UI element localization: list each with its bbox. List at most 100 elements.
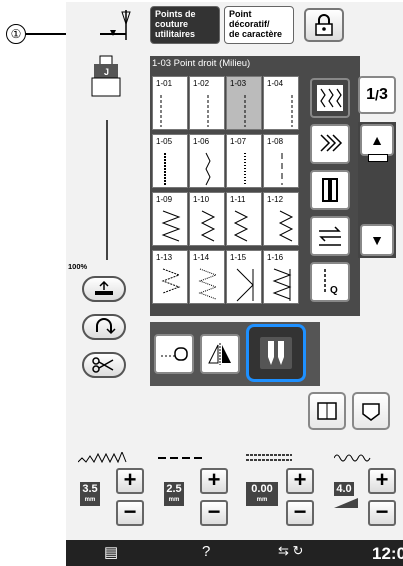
page-current: 1 — [366, 86, 376, 103]
length-plus-button[interactable]: + — [200, 468, 228, 494]
stitch-cell-1-01[interactable]: 1-01 — [152, 76, 188, 130]
stitch-pattern-button[interactable] — [310, 78, 350, 118]
stitch-cell-1-14[interactable]: 1-14 — [189, 250, 225, 304]
stitch-cell-1-11[interactable]: 1-11 — [226, 192, 262, 246]
lower-category-button[interactable] — [310, 216, 350, 256]
thread-cutter-setting-button[interactable] — [154, 334, 194, 374]
stitch-pattern-icon — [281, 153, 283, 185]
scroll-down-button[interactable]: ▼ — [360, 224, 394, 256]
mirror-image-button[interactable] — [200, 334, 240, 374]
stitch-label: 1-16 — [267, 253, 284, 262]
tension-unit: mm — [256, 497, 268, 503]
stitch-label: 1-07 — [230, 137, 247, 146]
stitch-pattern-icon — [198, 268, 218, 300]
stitch-cell-1-04[interactable]: 1-04 — [263, 76, 299, 130]
tab-utility-stitches[interactable]: Points de couture utilitaires — [150, 6, 220, 44]
page-indicator: 1/3 — [358, 76, 396, 114]
stitch-label: 1-12 — [267, 195, 284, 204]
width-number: 3.5 — [82, 483, 98, 495]
scroll-up-button[interactable]: ▲ — [360, 124, 394, 156]
stitch-cell-1-10[interactable]: 1-10 — [189, 192, 225, 246]
needle-icon — [100, 10, 131, 40]
wifi-status-icon[interactable]: ⇆ ↻ — [278, 543, 303, 559]
stitch-label: 1-10 — [193, 195, 210, 204]
stitch-label: 1-15 — [230, 253, 247, 262]
stitch-pattern-icon — [278, 210, 294, 242]
svg-text:Q: Q — [330, 285, 338, 296]
book-icon — [317, 402, 337, 420]
tab-utility-line1: Points de — [155, 9, 196, 19]
presser-foot-lift-button[interactable] — [82, 276, 126, 302]
thread-tension-plus-button[interactable]: + — [368, 468, 396, 494]
lower-category-icon — [319, 226, 341, 246]
needle-position-indicator — [96, 8, 144, 42]
length-minus-button[interactable]: − — [200, 500, 228, 526]
thread-tension-minus-button[interactable]: − — [368, 500, 396, 526]
stitch-pattern-icon — [160, 95, 162, 127]
thread-tension-value: 4.0 — [334, 482, 354, 496]
stitch-label: 1-03 — [230, 79, 247, 88]
stitch-cell-1-08[interactable]: 1-08 — [263, 134, 299, 188]
tension-minus-button[interactable]: − — [286, 500, 314, 526]
buttonhole-category-icon — [322, 178, 338, 202]
status-bar: ▤ ? ⇆ ↻ 12:00 — [66, 540, 403, 566]
tab-decorative-line2: décoratif/ — [229, 19, 270, 29]
needle-position-button[interactable] — [82, 314, 126, 340]
stitch-pattern-icon — [207, 95, 209, 127]
stitch-label: 1-13 — [156, 253, 173, 262]
width-plus-button[interactable]: + — [116, 468, 144, 494]
presser-foot-lift-icon — [95, 281, 113, 295]
memory-button[interactable] — [352, 392, 390, 430]
svg-text:J: J — [104, 67, 109, 77]
stitch-label: 1-09 — [156, 195, 173, 204]
stitch-cell-1-03[interactable]: 1-03 — [226, 76, 262, 130]
stitch-pattern-icon — [317, 85, 343, 111]
quilting-category-button[interactable]: Q — [310, 262, 350, 302]
pattern-guide-button[interactable] — [308, 392, 346, 430]
overlock-category-button[interactable] — [310, 124, 350, 164]
stitch-label: 1-01 — [156, 79, 173, 88]
presser-foot-icon: J — [91, 55, 121, 97]
stitch-pattern-icon — [164, 153, 166, 185]
stitch-cell-1-06[interactable]: 1-06 — [189, 134, 225, 188]
zoom-level: 100% — [68, 262, 88, 271]
stitch-cell-1-15[interactable]: 1-15 — [226, 250, 262, 304]
stitch-cell-1-13[interactable]: 1-13 — [152, 250, 188, 304]
overlock-category-icon — [320, 134, 343, 152]
tab-utility-line3: utilitaires — [155, 29, 196, 39]
memory-pocket-icon — [362, 403, 380, 421]
stitch-cell-1-09[interactable]: 1-09 — [152, 192, 188, 246]
stitch-pattern-icon — [200, 210, 216, 242]
presser-foot-indicator: J — [86, 54, 130, 102]
stitch-pattern-shape-icon — [334, 454, 371, 462]
tension-value: 0.00 mm — [246, 482, 278, 506]
scroll-thumb[interactable] — [368, 154, 388, 162]
stitch-cell-1-07[interactable]: 1-07 — [226, 134, 262, 188]
needle-up-down-icon — [96, 318, 116, 335]
arrow-up-icon: ▲ — [370, 132, 384, 148]
width-minus-button[interactable]: − — [116, 500, 144, 526]
lock-icon — [315, 14, 333, 36]
stitch-cell-1-12[interactable]: 1-12 — [263, 192, 299, 246]
lock-button[interactable] — [304, 8, 344, 42]
thread-cutter-button[interactable] — [82, 352, 126, 378]
stitch-pattern-icon — [161, 210, 181, 242]
tab-decorative-stitches[interactable]: Point décoratif/ de caractère — [224, 6, 294, 44]
length-value: 2.5 mm — [164, 482, 184, 506]
stitch-label: 1-14 — [193, 253, 210, 262]
twin-needle-button[interactable] — [246, 324, 306, 382]
stitch-preview-line — [106, 120, 108, 260]
stitch-label: 1-11 — [230, 195, 246, 204]
help-button[interactable]: ? — [202, 543, 210, 560]
stitch-cell-1-05[interactable]: 1-05 — [152, 134, 188, 188]
thread-cutter-setting-icon — [161, 347, 188, 361]
page-total: 3 — [378, 86, 388, 103]
stitch-pattern-icon — [236, 268, 254, 302]
document-icon[interactable]: ▤ — [104, 543, 118, 561]
stitch-pattern-icon — [233, 210, 249, 242]
stitch-cell-1-16[interactable]: 1-16 — [263, 250, 299, 304]
tension-plus-button[interactable]: + — [286, 468, 314, 494]
buttonhole-category-button[interactable] — [310, 170, 350, 210]
mirror-image-icon — [208, 343, 231, 365]
stitch-cell-1-02[interactable]: 1-02 — [189, 76, 225, 130]
